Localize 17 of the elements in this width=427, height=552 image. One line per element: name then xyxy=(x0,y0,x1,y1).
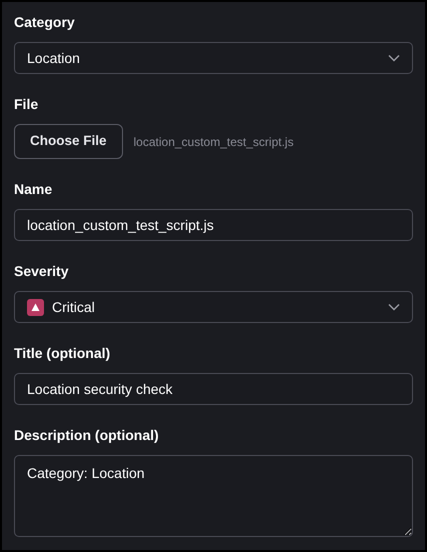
choose-file-button[interactable]: Choose File xyxy=(14,124,123,159)
field-label: Title (optional) xyxy=(14,344,112,363)
select-field[interactable]: Critical xyxy=(14,291,413,323)
field-label: File xyxy=(14,95,40,114)
text-input[interactable]: location_custom_test_script.js xyxy=(14,209,413,241)
file-name: location_custom_test_script.js xyxy=(134,134,294,150)
select-field[interactable]: Location xyxy=(14,42,413,74)
select-value: Location xyxy=(27,48,81,68)
textarea-field[interactable]: Category: Location xyxy=(14,455,413,537)
field-label: Name xyxy=(14,180,54,199)
select-value: Critical xyxy=(52,298,96,316)
chevron-down-icon xyxy=(388,303,400,311)
field-label: Description (optional) xyxy=(14,426,160,445)
field-label: Category xyxy=(14,13,76,32)
field-label: Severity xyxy=(14,262,70,281)
text-input[interactable]: Location security check xyxy=(14,373,413,405)
chevron-down-icon xyxy=(388,54,400,62)
